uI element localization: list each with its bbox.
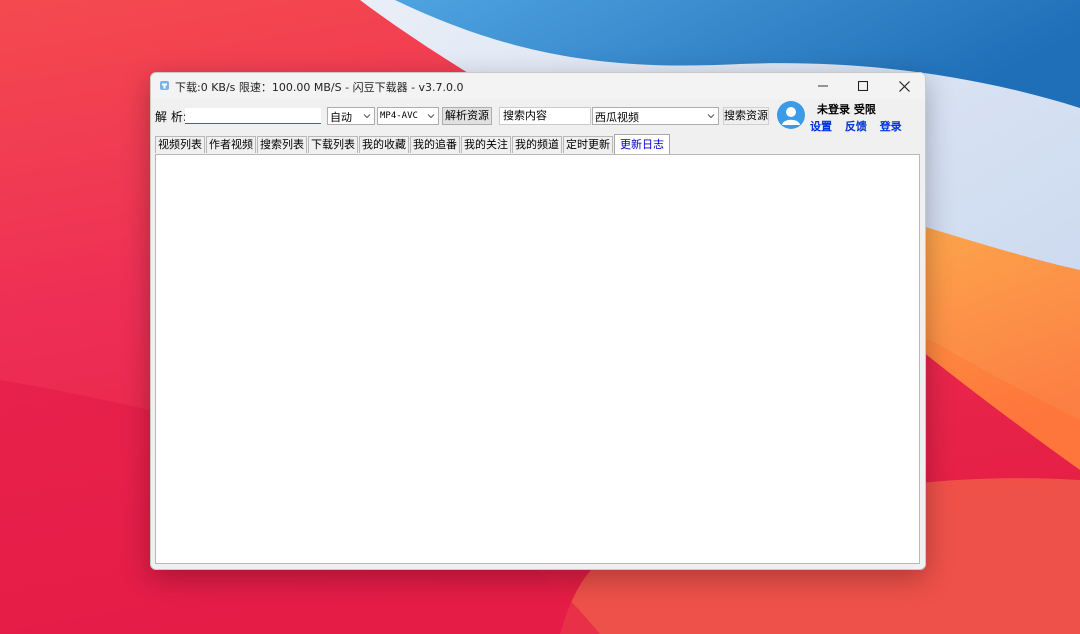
tab-my-anime[interactable]: 我的追番 bbox=[410, 136, 460, 153]
chevron-down-icon bbox=[427, 114, 435, 119]
chevron-down-icon bbox=[707, 114, 715, 119]
login-status: 未登录 受限 bbox=[817, 103, 876, 116]
search-input[interactable]: 搜索内容 bbox=[499, 107, 591, 125]
changelog-panel bbox=[155, 154, 920, 564]
auto-select-value: 自动 bbox=[330, 111, 352, 124]
minimize-icon bbox=[818, 85, 828, 87]
chevron-down-icon bbox=[363, 114, 371, 119]
tab-my-channels[interactable]: 我的频道 bbox=[512, 136, 562, 153]
user-avatar[interactable] bbox=[777, 101, 805, 129]
feedback-link[interactable]: 反馈 bbox=[845, 120, 867, 133]
tab-scheduled-update[interactable]: 定时更新 bbox=[563, 136, 613, 153]
tab-my-follows[interactable]: 我的关注 bbox=[461, 136, 511, 153]
tab-my-favorites[interactable]: 我的收藏 bbox=[359, 136, 409, 153]
url-input[interactable] bbox=[185, 108, 321, 124]
site-select[interactable]: 西瓜视频 bbox=[592, 107, 719, 125]
parse-resource-button[interactable]: 解析资源 bbox=[442, 107, 492, 125]
toolbar: 解 析: 自动 MP4-AVC 解析资源 搜索内容 西瓜视频 搜索资源 bbox=[151, 103, 925, 131]
app-icon bbox=[160, 81, 169, 90]
tab-search-list[interactable]: 搜索列表 bbox=[257, 136, 307, 153]
app-window: 下载:0 KB/s 限速：100.00 MB/S - 闪豆下载器 - v3.7.… bbox=[150, 72, 926, 570]
close-button[interactable] bbox=[884, 73, 924, 99]
format-select[interactable]: MP4-AVC bbox=[377, 107, 439, 125]
tab-video-list[interactable]: 视频列表 bbox=[155, 136, 205, 153]
window-title: 下载:0 KB/s 限速：100.00 MB/S - 闪豆下载器 - v3.7.… bbox=[175, 81, 464, 94]
site-select-value: 西瓜视频 bbox=[595, 111, 639, 124]
auto-select[interactable]: 自动 bbox=[327, 107, 375, 125]
maximize-button[interactable] bbox=[843, 73, 883, 99]
settings-link[interactable]: 设置 bbox=[810, 120, 832, 133]
tab-bar: 视频列表 作者视频 搜索列表 下载列表 我的收藏 我的追番 我的关注 我的频道 … bbox=[155, 134, 671, 154]
minimize-button[interactable] bbox=[803, 73, 843, 99]
tab-download-list[interactable]: 下载列表 bbox=[308, 136, 358, 153]
user-links: 设置 反馈 登录 bbox=[810, 118, 911, 134]
tab-changelog[interactable]: 更新日志 bbox=[614, 134, 670, 154]
parse-label: 解 析: bbox=[155, 110, 187, 124]
maximize-icon bbox=[858, 81, 868, 91]
close-icon bbox=[898, 80, 910, 92]
format-select-value: MP4-AVC bbox=[380, 111, 418, 121]
user-avatar-icon bbox=[782, 107, 800, 125]
title-bar[interactable]: 下载:0 KB/s 限速：100.00 MB/S - 闪豆下载器 - v3.7.… bbox=[151, 73, 925, 99]
login-link[interactable]: 登录 bbox=[880, 120, 902, 133]
tab-author-videos[interactable]: 作者视频 bbox=[206, 136, 256, 153]
search-resource-button[interactable]: 搜索资源 bbox=[723, 107, 769, 125]
